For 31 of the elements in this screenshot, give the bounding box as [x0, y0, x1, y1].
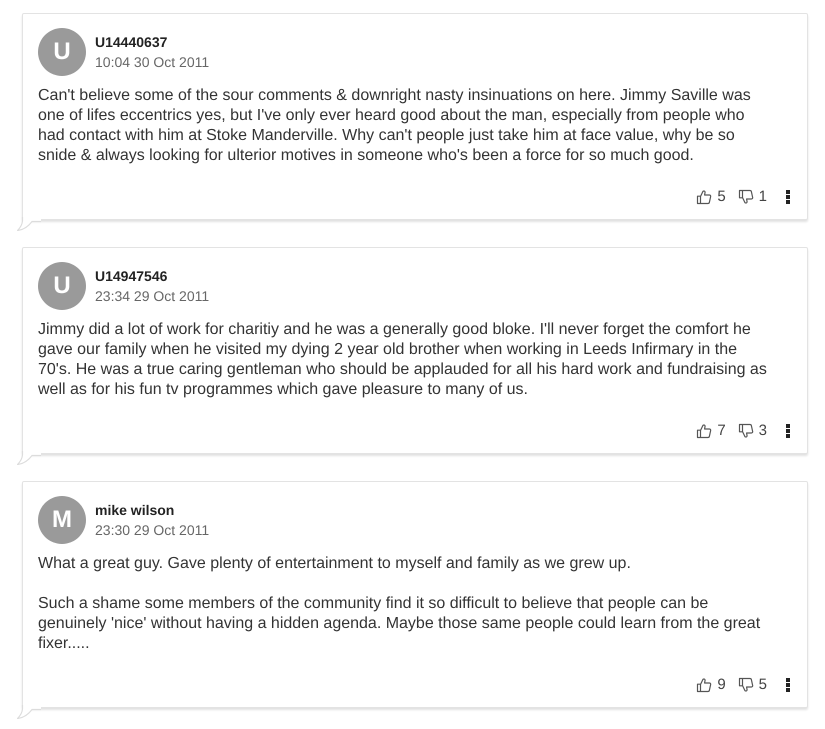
avatar: U: [38, 28, 86, 76]
comment-text: What a great guy. Gave plenty of entertainment to myself and family as we grew up.: [38, 554, 632, 574]
thumbs-down-icon: [738, 189, 754, 205]
dislike-button[interactable]: 5: [736, 675, 769, 695]
avatar: U: [38, 262, 86, 310]
more-options-button[interactable]: [783, 424, 793, 438]
more-options-icon: [786, 678, 790, 692]
more-options-button[interactable]: [783, 678, 793, 692]
username: mike wilson: [95, 501, 176, 520]
timestamp: 23:34 29 Oct 2011: [95, 287, 210, 306]
like-button[interactable]: 7: [694, 421, 728, 441]
dislike-button[interactable]: 3: [736, 421, 769, 441]
thumbs-up-icon: [696, 423, 712, 439]
timestamp: 23:30 29 Oct 2011: [95, 521, 210, 540]
thumbs-up-icon: [696, 189, 712, 205]
more-options-button[interactable]: [783, 190, 793, 204]
thumbs-down-icon: [738, 677, 754, 693]
like-button[interactable]: 5: [694, 187, 728, 207]
comment-text: Jimmy did a lot of work for charitiy and he was a generally good bloke. I'll never forget the comfort he gave our family when he visited my dying 2 year old brother when working in Leeds Infirmary in the 70's. He was a true caring gentleman who should be applauded for all his hard work and fundraising as well as for his fun tv programmes which gave pleasure to many of us.: [38, 320, 768, 400]
more-options-icon: [786, 424, 790, 438]
comment-text: Such a shame some members of the community find it so difficult to believe that people can be genuinely 'nice' without having a hidden agenda. Maybe those same people could learn from the great fixer.....: [38, 594, 762, 654]
dislike-button[interactable]: 1: [736, 187, 769, 207]
username: U14947546: [95, 267, 168, 286]
more-options-icon: [786, 190, 790, 204]
thumbs-down-icon: [738, 423, 754, 439]
timestamp: 10:04 30 Oct 2011: [95, 53, 210, 72]
avatar: M: [38, 496, 86, 544]
like-button[interactable]: 9: [694, 675, 728, 695]
thumbs-up-icon: [696, 677, 712, 693]
username: U14440637: [95, 33, 168, 52]
comment-text: Can't believe some of the sour comments & downright nasty insinuations on here. Jimmy Saville was one of lifes eccentrics yes, but I've only ever heard good about the man, especially from people who had contact with him at Stoke Manderville. Why can't people just take him at face value, why be so snide & always looking for ulterior motives in someone who's been a force for so much good.: [38, 86, 752, 166]
